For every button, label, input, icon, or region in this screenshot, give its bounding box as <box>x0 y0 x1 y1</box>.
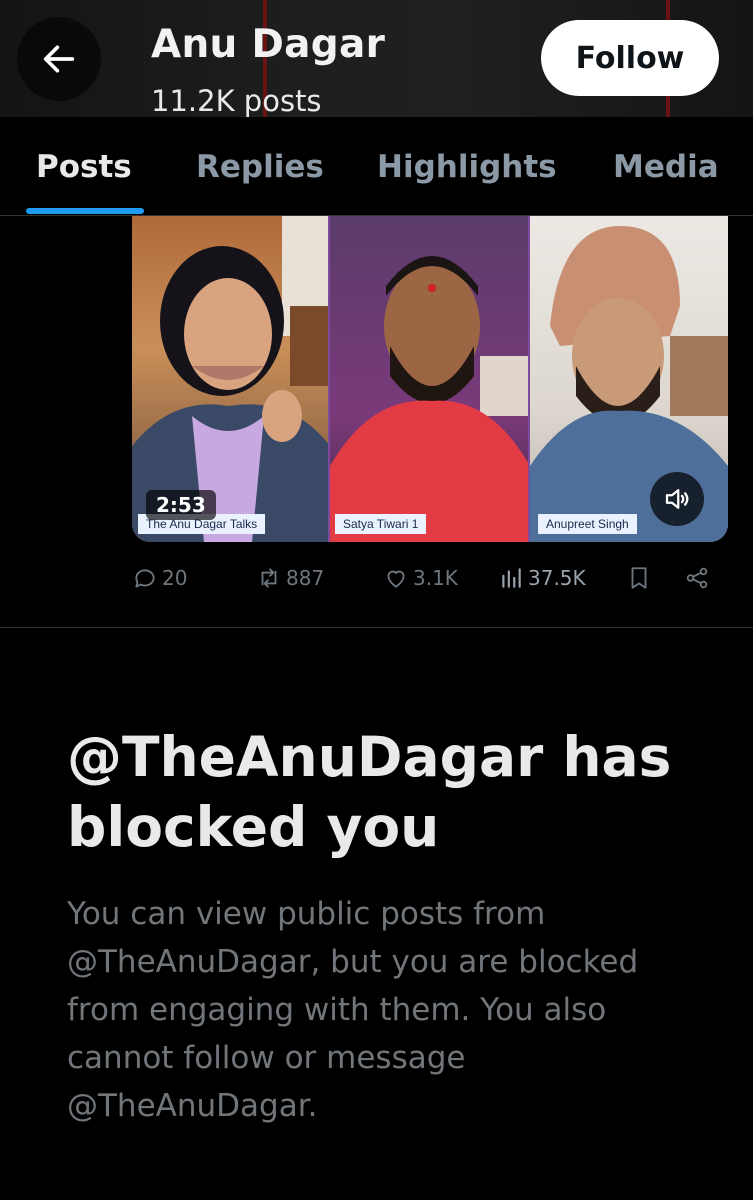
post-video[interactable]: The Anu Dagar Talks Satya Tiwari 1 Anupr… <box>132 216 728 542</box>
video-duration: 2:53 <box>146 490 216 520</box>
blocked-notice-title: @TheAnuDagar has blocked you <box>67 725 672 859</box>
sound-button[interactable] <box>650 472 704 526</box>
reply-icon <box>135 569 155 588</box>
section-divider <box>0 627 753 628</box>
participant-label: Satya Tiwari 1 <box>335 514 427 534</box>
video-participant-pane <box>330 216 530 542</box>
views-chart-icon <box>502 568 521 588</box>
like-button[interactable]: 3.1K <box>383 565 458 591</box>
views-button[interactable]: 37.5K <box>498 565 586 591</box>
post-count: 11.2K posts <box>151 84 322 117</box>
like-count: 3.1K <box>413 566 458 590</box>
active-tab-indicator <box>26 208 144 214</box>
profile-header: Anu Dagar 11.2K posts Follow <box>0 0 753 117</box>
share-button[interactable] <box>684 565 710 591</box>
back-button[interactable] <box>17 17 101 101</box>
profile-tabs: Posts Replies Highlights Media <box>0 117 753 216</box>
bookmark-icon <box>631 567 647 589</box>
view-count: 37.5K <box>528 566 586 590</box>
reply-button[interactable]: 20 <box>132 565 187 591</box>
reply-count: 20 <box>162 566 188 590</box>
follow-button[interactable]: Follow <box>541 20 719 96</box>
repost-count: 887 <box>286 566 325 590</box>
participant-figure <box>330 256 530 542</box>
tab-media[interactable]: Media <box>613 149 719 185</box>
blocked-notice-body: You can view public posts from @TheAnuDa… <box>67 896 639 1124</box>
heart-icon <box>387 570 405 588</box>
tab-highlights[interactable]: Highlights <box>377 149 557 185</box>
repost-icon <box>261 568 277 588</box>
tab-posts[interactable]: Posts <box>36 149 132 185</box>
share-icon <box>686 567 708 589</box>
participant-label: Anupreet Singh <box>538 514 637 534</box>
speaker-icon <box>665 489 689 509</box>
repost-button[interactable]: 887 <box>256 565 324 591</box>
post-action-bar: 20 887 3.1K 37.5K <box>0 555 753 609</box>
bookmark-button[interactable] <box>626 565 652 591</box>
tab-replies[interactable]: Replies <box>196 149 324 185</box>
profile-name: Anu Dagar <box>151 22 386 67</box>
arrow-left-icon <box>43 45 75 73</box>
